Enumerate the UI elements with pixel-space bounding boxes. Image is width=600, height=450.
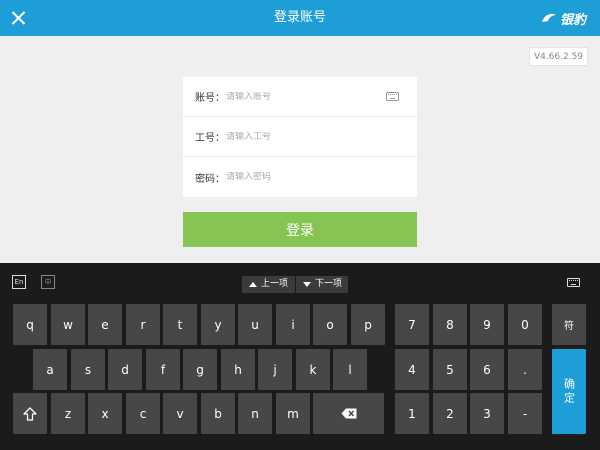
jobno-input[interactable] <box>226 131 405 142</box>
key-y[interactable]: y <box>201 304 235 345</box>
key-f[interactable]: f <box>146 349 180 390</box>
key-minus[interactable]: - <box>508 393 542 434</box>
password-label: 密码： <box>195 173 225 185</box>
key-u[interactable]: u <box>238 304 272 345</box>
symbol-key[interactable]: 符 <box>552 304 586 345</box>
key-s[interactable]: s <box>71 349 105 390</box>
key-9[interactable]: 9 <box>470 304 504 345</box>
key-d[interactable]: d <box>108 349 142 390</box>
brand-mark-icon <box>541 13 556 22</box>
hide-keyboard-icon[interactable] <box>567 278 580 287</box>
key-b[interactable]: b <box>201 393 235 434</box>
keyboard-icon[interactable] <box>386 92 399 101</box>
key-q[interactable]: q <box>13 304 47 345</box>
key-v[interactable]: v <box>163 393 197 434</box>
key-g[interactable]: g <box>183 349 217 390</box>
top-bar: 登录账号 银豹 <box>0 0 600 36</box>
account-label: 账号： <box>195 93 225 104</box>
key-a[interactable]: a <box>33 349 67 390</box>
version-badge: V4.66.2.59 <box>529 47 588 66</box>
key-j[interactable]: j <box>258 349 292 390</box>
key-6[interactable]: 6 <box>470 349 504 390</box>
next-field-label: 下一项 <box>315 279 343 289</box>
account-row: 账号： <box>183 77 417 117</box>
key-k[interactable]: k <box>296 349 330 390</box>
jobno-row: 工号： <box>183 117 417 157</box>
key-5[interactable]: 5 <box>433 349 467 390</box>
key-c[interactable]: c <box>126 393 160 434</box>
key-p[interactable]: p <box>351 304 385 345</box>
key-o[interactable]: o <box>313 304 347 345</box>
key-2[interactable]: 2 <box>433 393 467 434</box>
key-z[interactable]: z <box>51 393 85 434</box>
chinese-mode-icon[interactable]: 中 <box>41 275 55 289</box>
key-e[interactable]: e <box>88 304 122 345</box>
key-m[interactable]: m <box>276 393 310 434</box>
key-l[interactable]: l <box>333 349 367 390</box>
arrow-down-icon <box>303 282 311 287</box>
brand-name: 银豹 <box>559 12 586 28</box>
page-title: 登录账号 <box>273 10 326 25</box>
brand-logo: 银豹 <box>540 8 586 28</box>
key-i[interactable]: i <box>276 304 310 345</box>
login-button[interactable]: 登录 <box>183 212 417 247</box>
english-mode-icon[interactable]: En <box>12 275 26 289</box>
prev-field-label: 上一项 <box>261 279 289 289</box>
key-dot[interactable]: . <box>508 349 542 390</box>
next-field-button[interactable]: 下一项 <box>296 276 348 293</box>
shift-key[interactable] <box>13 393 47 434</box>
key-x[interactable]: x <box>88 393 122 434</box>
key-1[interactable]: 1 <box>395 393 429 434</box>
backspace-key[interactable] <box>313 393 384 434</box>
arrow-up-icon <box>249 282 257 287</box>
prev-field-button[interactable]: 上一项 <box>242 276 295 293</box>
key-7[interactable]: 7 <box>395 304 429 345</box>
key-r[interactable]: r <box>126 304 160 345</box>
confirm-label: 确定 <box>562 377 576 406</box>
key-8[interactable]: 8 <box>433 304 467 345</box>
shift-icon <box>23 406 37 421</box>
key-3[interactable]: 3 <box>470 393 504 434</box>
key-t[interactable]: t <box>163 304 197 345</box>
onscreen-keyboard: En 中 上一项 下一项 q w e r t y u i o p a s d f… <box>0 263 600 450</box>
password-input[interactable] <box>226 172 405 182</box>
key-0[interactable]: 0 <box>508 304 542 345</box>
key-n[interactable]: n <box>238 393 272 434</box>
backspace-icon <box>341 408 356 419</box>
account-input[interactable] <box>226 91 405 102</box>
key-w[interactable]: w <box>51 304 85 345</box>
key-h[interactable]: h <box>221 349 255 390</box>
jobno-label: 工号： <box>195 133 225 144</box>
key-4[interactable]: 4 <box>395 349 429 390</box>
login-form: 账号： 工号： 密码： <box>183 77 417 197</box>
confirm-key[interactable]: 确定 <box>552 349 586 434</box>
password-row: 密码： <box>183 157 417 197</box>
